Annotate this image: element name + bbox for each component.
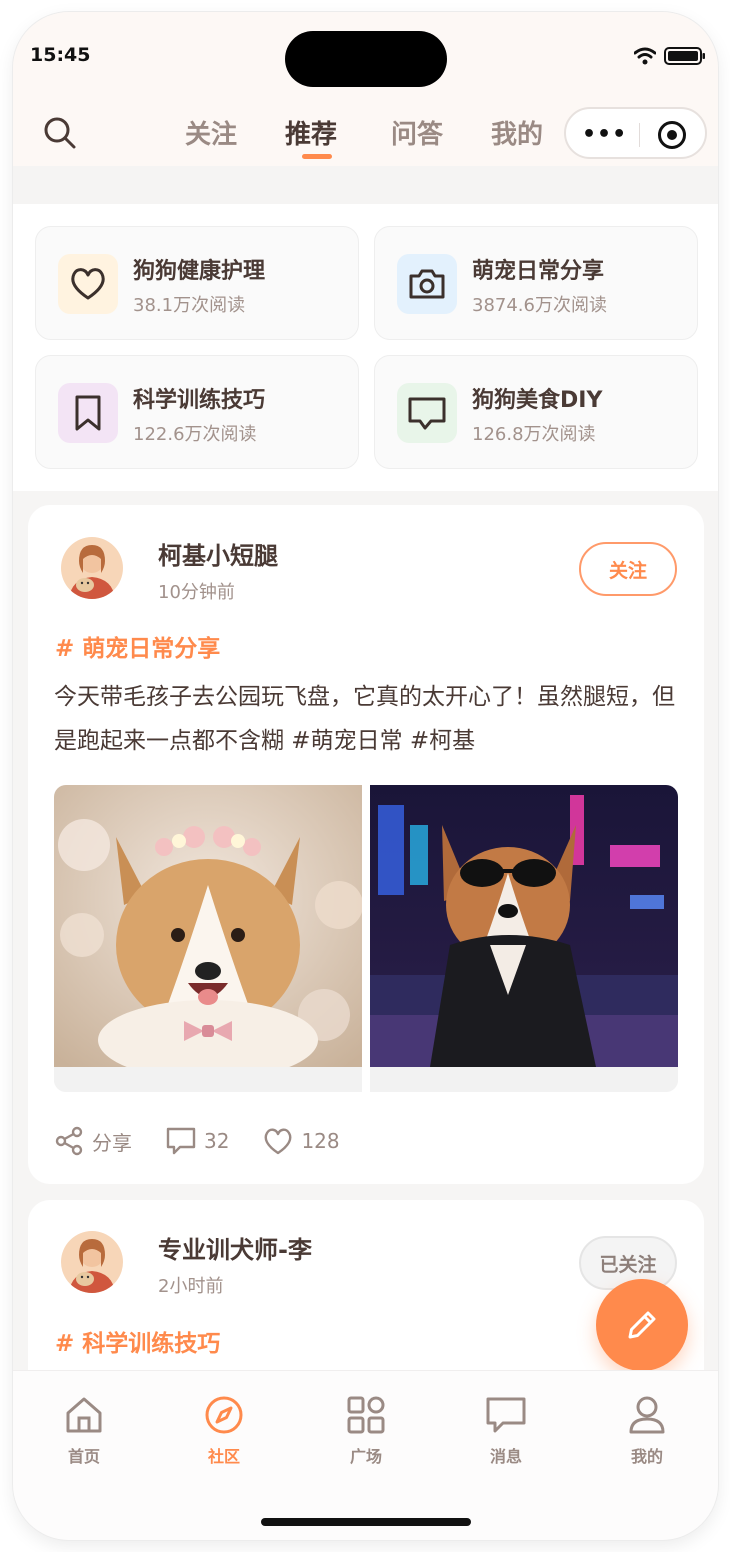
- nav-item-plaza[interactable]: 广场: [321, 1395, 411, 1467]
- message-icon: [397, 383, 457, 443]
- section-gap: [13, 166, 718, 204]
- search-icon[interactable]: [43, 116, 77, 150]
- nav-label: 首页: [67, 1447, 100, 1466]
- tab-qa[interactable]: 问答: [391, 114, 443, 151]
- author-name[interactable]: 专业训犬师-李: [158, 1230, 312, 1265]
- home-icon: [66, 1397, 102, 1433]
- compose-button[interactable]: [596, 1279, 688, 1371]
- nav-item-community[interactable]: 社区: [179, 1395, 269, 1467]
- topic-hashtag[interactable]: # 萌宠日常分享: [55, 629, 220, 663]
- post-time: 10分钟前: [158, 582, 235, 603]
- tab-recommend[interactable]: 推荐: [285, 114, 337, 151]
- top-navigation: 关注 推荐 问答 我的 •••: [13, 100, 718, 166]
- battery-icon: [664, 47, 705, 65]
- tab-mine[interactable]: 我的: [491, 114, 543, 151]
- like-button[interactable]: 128: [263, 1126, 340, 1156]
- compass-icon: [205, 1396, 243, 1434]
- user-icon: [629, 1396, 665, 1434]
- topic-reads: 38.1万次阅读: [133, 295, 246, 316]
- topic-reads: 3874.6万次阅读: [472, 295, 607, 316]
- topic-grid: 狗狗健康护理 38.1万次阅读 萌宠日常分享 3874.6万次阅读 科学训练技巧…: [13, 204, 718, 491]
- capsule-divider: [639, 123, 640, 147]
- nav-label: 消息: [489, 1447, 522, 1466]
- post-text: 今天带毛孩子去公园玩飞盘，它真的太开心了！虽然腿短，但是跑起来一点都不含糊 #萌…: [54, 684, 675, 754]
- top-bar: 15:45 关注 推荐 问答 我的 •••: [13, 12, 718, 166]
- topic-name: 萌宠日常分享: [472, 259, 605, 284]
- avatar[interactable]: [61, 537, 123, 599]
- post-card: 柯基小短腿 10分钟前 关注 # 萌宠日常分享 今天带毛孩子去公园玩飞盘，它真的…: [28, 505, 704, 1184]
- topic-card[interactable]: 科学训练技巧 122.6万次阅读: [35, 355, 359, 469]
- share-button[interactable]: 分享: [54, 1126, 132, 1156]
- like-count: 128: [301, 1129, 340, 1153]
- chat-icon: [486, 1397, 526, 1433]
- tab-active-indicator: [302, 154, 332, 159]
- avatar[interactable]: [61, 1231, 123, 1293]
- phone-frame: 15:45 关注 推荐 问答 我的 ••• 狗狗健康护理 38.1万次阅读 萌宠…: [13, 12, 718, 1540]
- topic-reads: 126.8万次阅读: [472, 424, 596, 445]
- topic-reads: 122.6万次阅读: [133, 424, 257, 445]
- wifi-icon: [634, 47, 656, 65]
- post-photo[interactable]: [54, 785, 362, 1092]
- topic-name: 科学训练技巧: [133, 388, 266, 413]
- post-photo[interactable]: [370, 785, 678, 1092]
- nav-item-messages[interactable]: 消息: [461, 1395, 551, 1467]
- status-time: 15:45: [30, 44, 91, 66]
- nav-label: 广场: [349, 1447, 382, 1466]
- comment-button[interactable]: 32: [166, 1126, 229, 1156]
- home-indicator: [261, 1518, 471, 1526]
- dynamic-island: [285, 31, 447, 87]
- close-target-icon[interactable]: [658, 121, 686, 149]
- heart-icon: [265, 1128, 292, 1155]
- nav-label: 社区: [207, 1447, 240, 1466]
- miniprogram-capsule: •••: [564, 107, 707, 159]
- more-icon[interactable]: •••: [582, 122, 627, 147]
- follow-button[interactable]: 关注: [579, 542, 677, 596]
- topic-card[interactable]: 狗狗健康护理 38.1万次阅读: [35, 226, 359, 340]
- post-time: 2小时前: [158, 1276, 224, 1297]
- pencil-icon: [628, 1311, 656, 1339]
- tab-follow[interactable]: 关注: [185, 114, 237, 151]
- nav-label: 我的: [630, 1447, 663, 1466]
- bookmark-icon: [58, 383, 118, 443]
- author-name[interactable]: 柯基小短腿: [158, 536, 278, 571]
- share-icon: [55, 1126, 83, 1156]
- nav-item-home[interactable]: 首页: [39, 1395, 129, 1467]
- topic-card[interactable]: 萌宠日常分享 3874.6万次阅读: [374, 226, 698, 340]
- share-label: 分享: [92, 1130, 132, 1155]
- comment-icon: [166, 1127, 196, 1155]
- bottom-navigation: 首页 社区 广场 消息 我的: [13, 1370, 718, 1540]
- post-actions: 分享 32 128: [54, 1126, 374, 1156]
- camera-icon: [397, 254, 457, 314]
- topic-name: 狗狗美食DIY: [472, 388, 603, 413]
- grid-icon: [347, 1396, 385, 1434]
- topic-card[interactable]: 狗狗美食DIY 126.8万次阅读: [374, 355, 698, 469]
- comment-count: 32: [204, 1129, 230, 1153]
- nav-item-mine[interactable]: 我的: [602, 1395, 692, 1467]
- status-icons: [634, 46, 706, 66]
- heart-icon: [58, 254, 118, 314]
- topic-name: 狗狗健康护理: [133, 259, 266, 284]
- topic-hashtag[interactable]: # 科学训练技巧: [55, 1324, 220, 1358]
